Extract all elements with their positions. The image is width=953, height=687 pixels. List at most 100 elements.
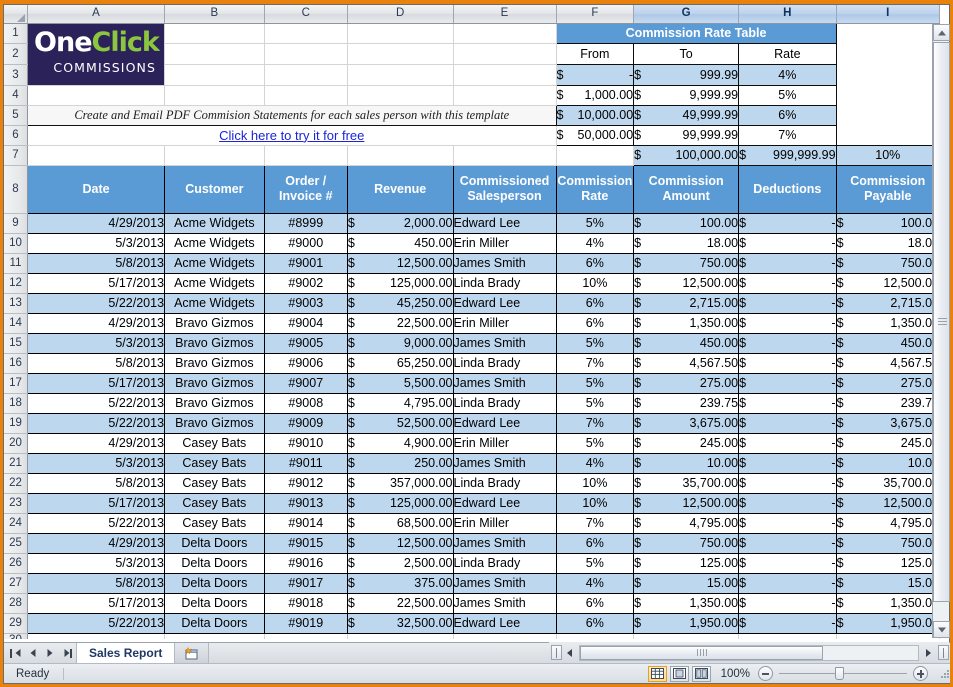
cell-customer[interactable]: Acme Widgets xyxy=(165,293,265,313)
cell-customer[interactable]: Casey Bats xyxy=(165,513,265,533)
cell-date[interactable]: 5/8/2013 xyxy=(28,573,165,593)
cell-order-number[interactable]: #9006 xyxy=(264,353,347,373)
cta-link-cell[interactable]: Click here to try it for free xyxy=(28,125,557,145)
cell-customer[interactable]: Casey Bats xyxy=(165,493,265,513)
vertical-scrollbar[interactable] xyxy=(932,24,949,638)
cell-customer[interactable]: Acme Widgets xyxy=(165,233,265,253)
cell-salesperson[interactable]: Erin Miller xyxy=(453,433,556,453)
row-header-14[interactable]: 14 xyxy=(4,313,28,333)
cell-order-number[interactable]: #9009 xyxy=(264,413,347,433)
cell-order-number[interactable]: #9002 xyxy=(264,273,347,293)
cell-date[interactable]: 4/29/2013 xyxy=(28,313,165,333)
cell-commission-rate[interactable]: 4% xyxy=(556,573,634,593)
cell-order-number[interactable]: #9019 xyxy=(264,613,347,633)
column-header-g[interactable]: G xyxy=(634,5,739,23)
cell-customer[interactable]: Bravo Gizmos xyxy=(165,373,265,393)
cell-d1[interactable] xyxy=(264,23,347,44)
column-header-date[interactable]: Date xyxy=(28,165,165,213)
cell-salesperson[interactable]: James Smith xyxy=(453,593,556,613)
resize-grip-icon[interactable] xyxy=(938,667,952,681)
row-header-11[interactable]: 11 xyxy=(4,253,28,273)
zoom-track[interactable] xyxy=(779,673,907,674)
cell-date[interactable]: 5/22/2013 xyxy=(28,613,165,633)
row-header-13[interactable]: 13 xyxy=(4,293,28,313)
row-header-10[interactable]: 10 xyxy=(4,233,28,253)
row-header-3[interactable]: 3 xyxy=(4,64,28,85)
cell-salesperson[interactable]: Erin Miller xyxy=(453,513,556,533)
page-break-preview-button[interactable] xyxy=(692,666,711,682)
scroll-left-button[interactable] xyxy=(562,645,577,660)
cell-customer[interactable]: Bravo Gizmos xyxy=(165,413,265,433)
horizontal-scrollbar[interactable] xyxy=(549,642,949,663)
cell-date[interactable]: 5/3/2013 xyxy=(28,553,165,573)
row-header-19[interactable]: 19 xyxy=(4,413,28,433)
normal-view-button[interactable] xyxy=(648,666,667,682)
column-header-b[interactable]: B xyxy=(165,5,265,23)
cell-date[interactable]: 5/22/2013 xyxy=(28,293,165,313)
cell-commission-rate[interactable]: 7% xyxy=(556,513,634,533)
cell-order-number[interactable]: #9015 xyxy=(264,533,347,553)
cell-salesperson[interactable]: Linda Brady xyxy=(453,473,556,493)
row-header-25[interactable]: 25 xyxy=(4,533,28,553)
cell-f1[interactable] xyxy=(453,23,556,44)
cell-order-number[interactable]: #9014 xyxy=(264,513,347,533)
cell-date[interactable]: 5/8/2013 xyxy=(28,353,165,373)
cell-order-number[interactable]: #9000 xyxy=(264,233,347,253)
cell-c30[interactable] xyxy=(264,633,347,639)
cell-commission-rate[interactable]: 7% xyxy=(556,413,634,433)
zoom-slider-thumb[interactable] xyxy=(835,667,844,680)
cell-commission-rate[interactable]: 6% xyxy=(556,533,634,553)
cell-customer[interactable]: Bravo Gizmos xyxy=(165,313,265,333)
cell-commission-rate[interactable]: 5% xyxy=(556,373,634,393)
column-header-c[interactable]: C xyxy=(264,5,347,23)
row-header-27[interactable]: 27 xyxy=(4,573,28,593)
cell-customer[interactable]: Acme Widgets xyxy=(165,253,265,273)
select-all-corner[interactable] xyxy=(4,5,28,23)
cell-b30[interactable] xyxy=(165,633,265,639)
cell-salesperson[interactable]: James Smith xyxy=(453,533,556,553)
cell-date[interactable]: 5/3/2013 xyxy=(28,333,165,353)
cell-salesperson[interactable]: James Smith xyxy=(453,373,556,393)
scroll-down-button[interactable] xyxy=(933,621,950,638)
cell-order-number[interactable]: #9008 xyxy=(264,393,347,413)
column-header-commission-rate[interactable]: CommissionRate xyxy=(556,165,634,213)
cell-order-number[interactable]: #9005 xyxy=(264,333,347,353)
cell-e1[interactable] xyxy=(347,23,453,44)
cell-e30[interactable] xyxy=(453,633,556,639)
column-header-f[interactable]: F xyxy=(556,5,634,23)
cell-customer[interactable]: Bravo Gizmos xyxy=(165,353,265,373)
cell-e4[interactable] xyxy=(347,85,453,105)
cell-order-number[interactable]: #9001 xyxy=(264,253,347,273)
cell-e2[interactable] xyxy=(347,44,453,65)
cell-date[interactable]: 5/22/2013 xyxy=(28,413,165,433)
cell-customer[interactable]: Delta Doors xyxy=(165,593,265,613)
row-header-2[interactable]: 2 xyxy=(4,44,28,65)
cell-date[interactable]: 5/17/2013 xyxy=(28,593,165,613)
column-header-customer[interactable]: Customer xyxy=(165,165,265,213)
column-header-e[interactable]: E xyxy=(453,5,556,23)
cell-date[interactable]: 5/22/2013 xyxy=(28,393,165,413)
cell-commission-rate[interactable]: 5% xyxy=(556,393,634,413)
cell-f7[interactable] xyxy=(556,145,634,165)
column-header-commissioned-salesperson[interactable]: CommissionedSalesperson xyxy=(453,165,556,213)
cell-salesperson[interactable]: Edward Lee xyxy=(453,413,556,433)
cell-commission-rate[interactable]: 4% xyxy=(556,453,634,473)
cell-d3[interactable] xyxy=(264,64,347,85)
column-header-deductions[interactable]: Deductions xyxy=(739,165,836,213)
page-layout-view-button[interactable] xyxy=(670,666,689,682)
cell-customer[interactable]: Casey Bats xyxy=(165,433,265,453)
cell-date[interactable]: 5/22/2013 xyxy=(28,513,165,533)
column-header-revenue[interactable]: Revenue xyxy=(347,165,453,213)
cell-c2[interactable] xyxy=(165,44,265,65)
row-header-24[interactable]: 24 xyxy=(4,513,28,533)
cell-date[interactable]: 5/17/2013 xyxy=(28,273,165,293)
cell-salesperson[interactable]: James Smith xyxy=(453,573,556,593)
row-header-12[interactable]: 12 xyxy=(4,273,28,293)
row-header-17[interactable]: 17 xyxy=(4,373,28,393)
cell-d4[interactable] xyxy=(264,85,347,105)
cell-customer[interactable]: Delta Doors xyxy=(165,553,265,573)
cell-date[interactable]: 5/3/2013 xyxy=(28,453,165,473)
tab-split-handle[interactable] xyxy=(551,645,562,660)
row-header-22[interactable]: 22 xyxy=(4,473,28,493)
column-header-d[interactable]: D xyxy=(347,5,453,23)
